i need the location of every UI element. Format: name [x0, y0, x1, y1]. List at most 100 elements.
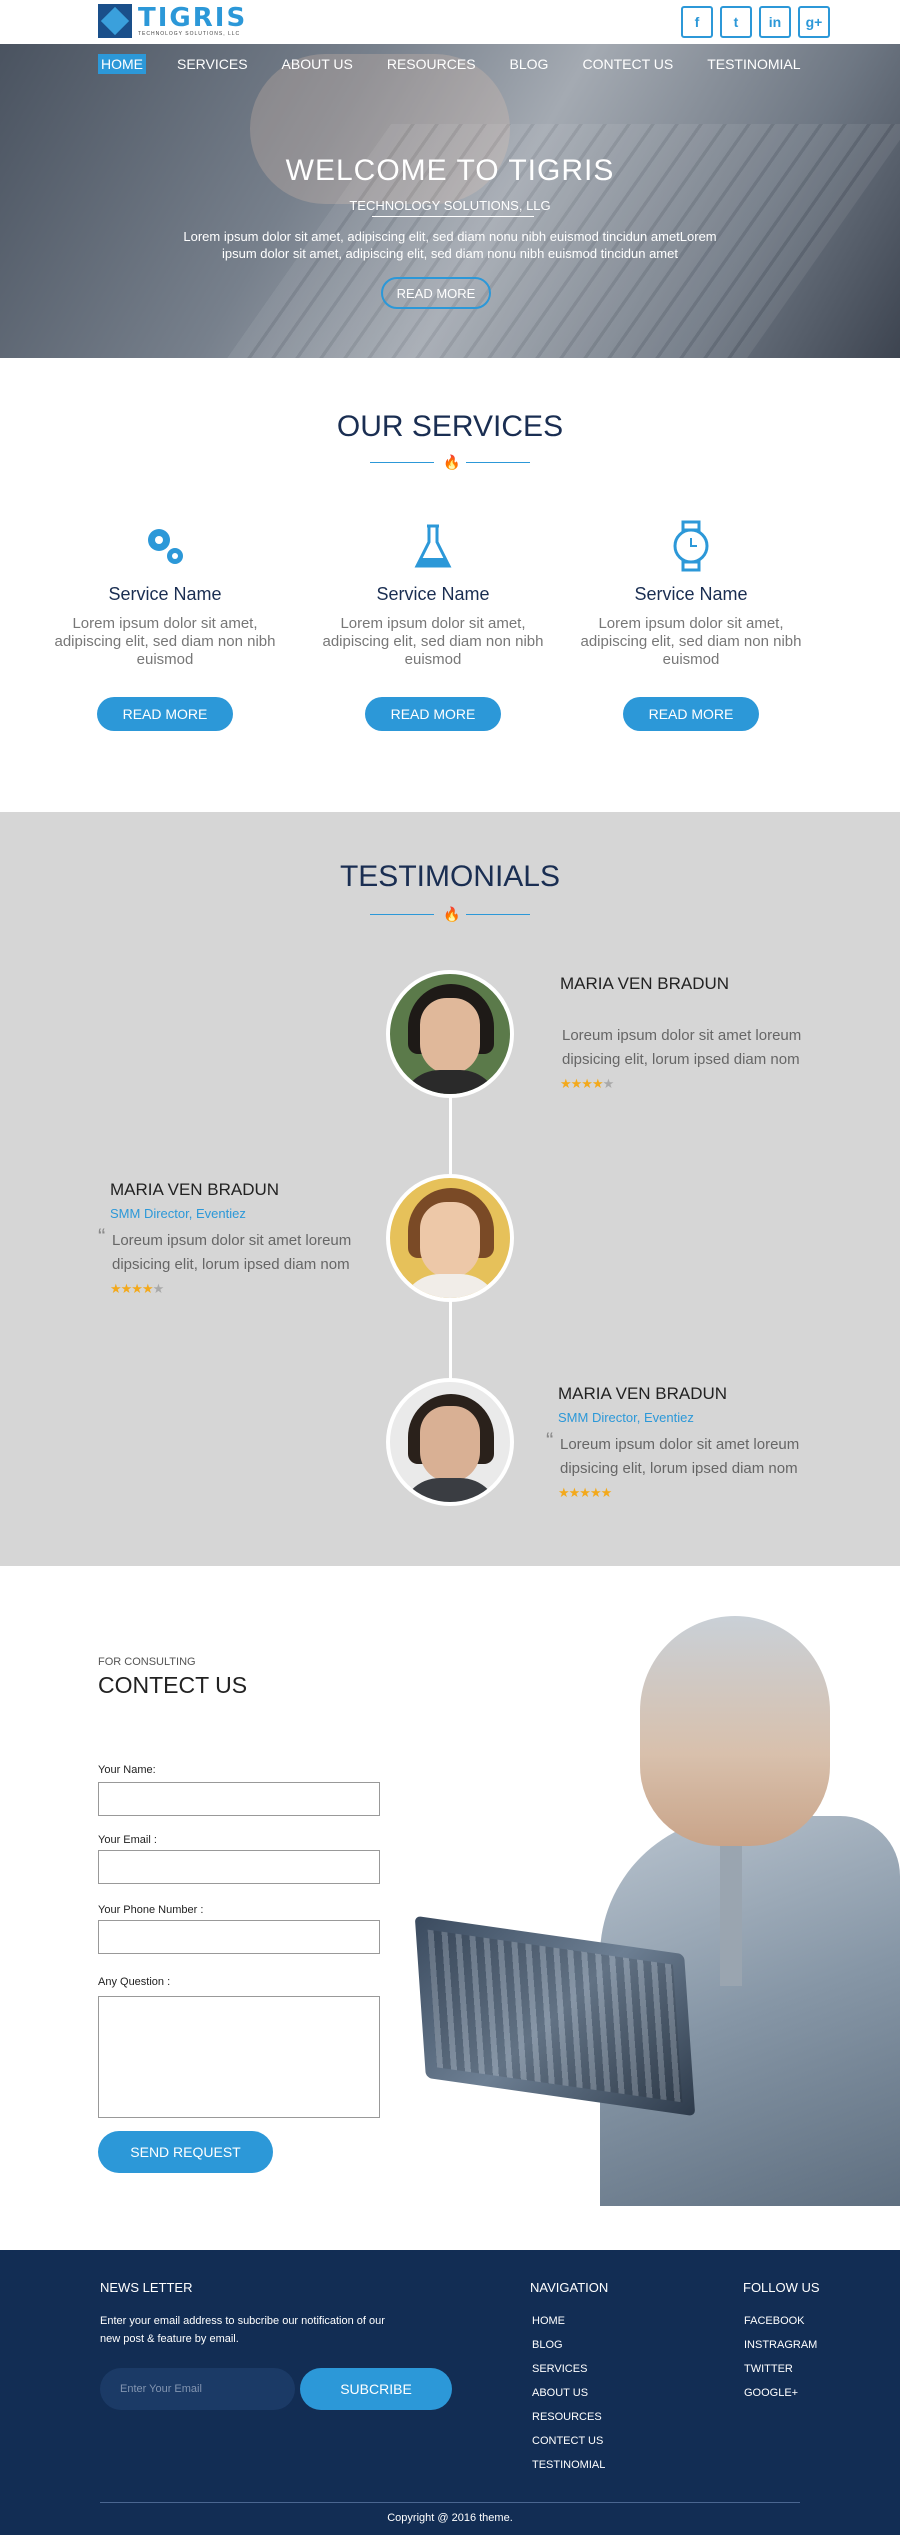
footer-google-plus-link[interactable]: GOOGLE+	[744, 2384, 817, 2408]
services-divider: 🔥	[370, 454, 530, 470]
service-name: Service Name	[108, 584, 222, 604]
newsletter-title: NEWS LETTER	[100, 2280, 193, 2295]
nav-about-us[interactable]: ABOUT US	[279, 54, 356, 74]
testimonials-title: TESTIMONIALS	[339, 860, 561, 893]
phone-field[interactable]	[98, 1920, 380, 1954]
hero-intro: Lorem ipsum dolor sit amet, adipiscing e…	[183, 229, 717, 261]
question-textarea[interactable]	[98, 1996, 380, 2118]
testimonial: MARIA VEN BRADUN SMM Director, Eventiez …	[546, 1384, 828, 1501]
contact-section: FOR CONSULTING CONTECT US Your Name: You…	[0, 1566, 900, 2250]
follow-us-title: FOLLOW US	[743, 2280, 820, 2295]
service-text: Lorem ipsum dolor sit amet, adipiscing e…	[580, 615, 802, 668]
footer-nav-blog[interactable]: BLOG	[532, 2336, 605, 2360]
rating-stars: ★★★★★	[560, 1076, 614, 1091]
service-read-more-button[interactable]: READ MORE	[623, 697, 759, 731]
footer: NEWS LETTER Enter your email address to …	[0, 2250, 900, 2535]
businessman-image	[414, 1616, 900, 2206]
linkedin-icon[interactable]: in	[759, 6, 791, 38]
name-label: Your Name:	[98, 1764, 156, 1776]
services-title: OUR SERVICES	[336, 410, 564, 443]
contact-kicker: FOR CONSULTING	[98, 1656, 196, 1668]
footer-facebook-link[interactable]: FACEBOOK	[744, 2312, 817, 2336]
testimonial-name: MARIA VEN BRADUN	[560, 974, 730, 993]
testimonial-quote: “Loreum ipsum dolor sit amet loreum dips…	[546, 1428, 800, 1478]
subscribe-button[interactable]: SUBCRIBE	[300, 2368, 452, 2410]
footer-nav-services[interactable]: SERVICES	[532, 2360, 605, 2384]
hero-tagline-underline	[372, 216, 534, 217]
nav-blog[interactable]: BLOG	[507, 54, 552, 74]
nav-home[interactable]: HOME	[98, 54, 146, 74]
footer-nav-contect-us[interactable]: CONTECT US	[532, 2432, 605, 2456]
navigation-title: NAVIGATION	[530, 2280, 609, 2295]
service-card: Service Name Lorem ipsum dolor sit amet,…	[571, 518, 811, 731]
nav-contect-us[interactable]: CONTECT US	[579, 54, 676, 74]
testimonial: MARIA VEN BRADUN Loreum ipsum dolor sit …	[560, 974, 830, 1092]
footer-nav-home[interactable]: HOME	[532, 2312, 605, 2336]
flask-icon	[313, 518, 553, 574]
footer-instagram-link[interactable]: INSTRAGRAM	[744, 2336, 817, 2360]
avatar	[386, 970, 514, 1098]
send-request-button[interactable]: SEND REQUEST	[98, 2131, 273, 2173]
testimonial-quote: “Loreum ipsum dolor sit amet loreum dips…	[98, 1224, 352, 1274]
newsletter-email-input[interactable]: Enter Your Email	[100, 2368, 295, 2410]
footer-nav-about-us[interactable]: ABOUT US	[532, 2384, 605, 2408]
logo[interactable]: TIGRIS TECHNOLOGY SOLUTIONS, LLC	[98, 4, 247, 38]
service-text: Lorem ipsum dolor sit amet, adipiscing e…	[322, 615, 544, 668]
nav-testinomial[interactable]: TESTINOMIAL	[704, 54, 803, 74]
top-bar: TIGRIS TECHNOLOGY SOLUTIONS, LLC f t in …	[0, 0, 900, 44]
phone-label: Your Phone Number :	[98, 1904, 204, 1916]
watch-icon	[571, 518, 811, 574]
hero-read-more-button[interactable]: READ MORE	[381, 277, 491, 309]
testimonial-role: SMM Director, Eventiez	[558, 1410, 694, 1425]
nav-resources[interactable]: RESOURCES	[384, 54, 479, 74]
logo-name: TIGRIS	[138, 3, 248, 33]
email-label: Your Email :	[98, 1834, 157, 1846]
avatar	[386, 1378, 514, 1506]
service-text: Lorem ipsum dolor sit amet, adipiscing e…	[54, 615, 276, 668]
newsletter-text: Enter your email address to subcribe our…	[100, 2315, 385, 2345]
quote-icon: “	[546, 1428, 554, 1453]
footer-nav-list: HOME BLOG SERVICES ABOUT US RESOURCES CO…	[532, 2312, 605, 2480]
nav-services[interactable]: SERVICES	[174, 54, 251, 74]
flame-icon: 🔥	[443, 906, 461, 922]
testimonials-divider: 🔥	[370, 906, 530, 922]
name-field[interactable]	[98, 1782, 380, 1816]
testimonial-role: SMM Director, Eventiez	[110, 1206, 246, 1221]
twitter-icon[interactable]: t	[720, 6, 752, 38]
service-name: Service Name	[634, 584, 748, 604]
page: TIGRIS TECHNOLOGY SOLUTIONS, LLC f t in …	[0, 0, 900, 2535]
main-nav: HOME SERVICES ABOUT US RESOURCES BLOG CO…	[98, 54, 804, 74]
testimonial: MARIA VEN BRADUN SMM Director, Eventiez …	[98, 1180, 380, 1297]
hero-tagline: TECHNOLOGY SOLUTIONS, LLG	[349, 198, 551, 213]
footer-nav-resources[interactable]: RESOURCES	[532, 2408, 605, 2432]
footer-follow-list: FACEBOOK INSTRAGRAM TWITTER GOOGLE+	[744, 2312, 817, 2408]
footer-twitter-link[interactable]: TWITTER	[744, 2360, 817, 2384]
service-card: Service Name Lorem ipsum dolor sit amet,…	[45, 518, 285, 731]
quote-icon: “	[98, 1224, 106, 1249]
social-links: f t in g+	[681, 6, 830, 38]
footer-nav-testinomial[interactable]: TESTINOMIAL	[532, 2456, 605, 2480]
service-read-more-button[interactable]: READ MORE	[97, 697, 233, 731]
email-field[interactable]	[98, 1850, 380, 1884]
contact-title: CONTECT US	[98, 1672, 248, 1698]
footer-divider	[100, 2502, 800, 2503]
logo-mark-icon	[98, 4, 132, 38]
avatar	[386, 1174, 514, 1302]
testimonials-section: TESTIMONIALS 🔥 MARIA VEN BRADUN Loreum i…	[0, 812, 900, 1566]
testimonial-name: MARIA VEN BRADUN	[558, 1384, 728, 1403]
testimonial-name: MARIA VEN BRADUN	[110, 1180, 280, 1199]
services-section: OUR SERVICES 🔥 Service Name Lorem ipsum …	[0, 358, 900, 812]
hero-title: WELCOME TO TIGRIS	[285, 154, 615, 187]
flame-icon: 🔥	[443, 454, 461, 470]
question-label: Any Question :	[98, 1976, 171, 1988]
service-name: Service Name	[376, 584, 490, 604]
testimonial-quote: Loreum ipsum dolor sit amet loreum dipsi…	[562, 1027, 802, 1068]
hero: HOME SERVICES ABOUT US RESOURCES BLOG CO…	[0, 44, 900, 358]
google-plus-icon[interactable]: g+	[798, 6, 830, 38]
logo-sub: TECHNOLOGY SOLUTIONS, LLC	[138, 31, 241, 37]
facebook-icon[interactable]: f	[681, 6, 713, 38]
rating-stars: ★★★★★	[110, 1281, 164, 1296]
gears-icon	[45, 518, 285, 574]
service-read-more-button[interactable]: READ MORE	[365, 697, 501, 731]
rating-stars: ★★★★★	[558, 1485, 612, 1500]
